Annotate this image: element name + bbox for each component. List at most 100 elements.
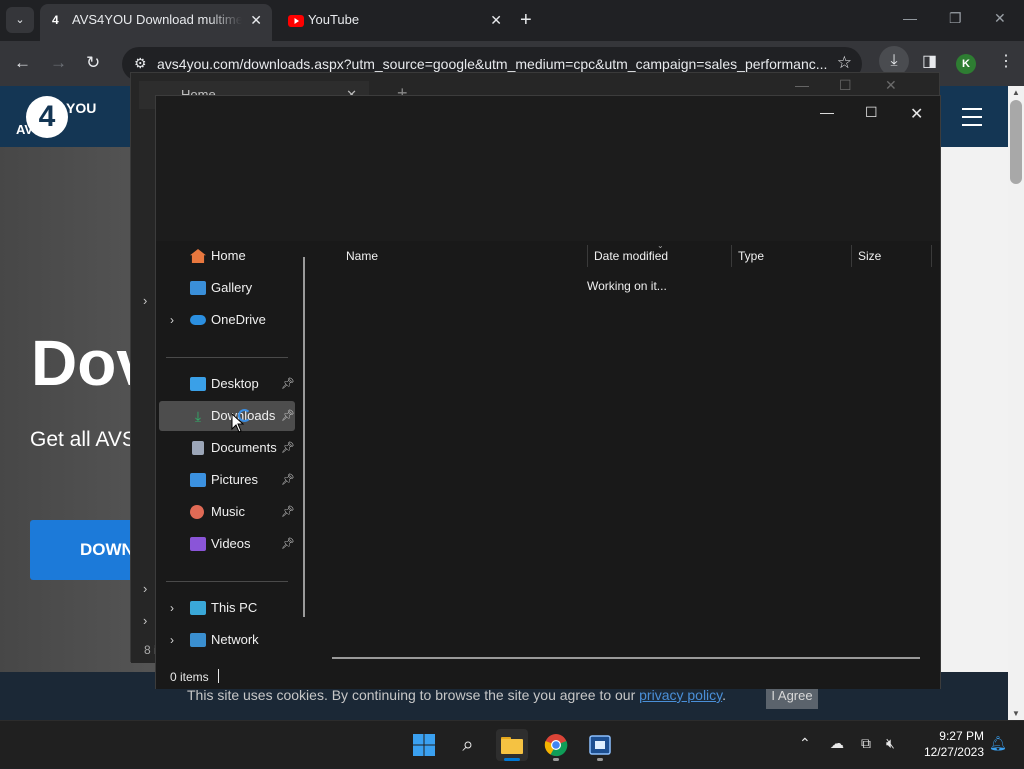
sidebar-item-label: Pictures [211,472,258,487]
chrome-taskbar-button[interactable] [540,729,572,761]
column-separator[interactable] [587,245,588,267]
start-button[interactable] [408,729,440,761]
sidebar-item-this-pc[interactable]: › This PC [159,593,295,623]
this-pc-icon [190,601,206,615]
sidebar-item-music[interactable]: Music 📌︎ [159,497,295,527]
column-header-type[interactable]: Type [738,241,764,271]
sidebar-item-gallery[interactable]: Gallery [159,273,295,303]
film-icon [589,735,611,755]
sidebar-item-network[interactable]: › Network [159,625,295,655]
nav-scrollbar[interactable] [303,257,305,617]
back-icon[interactable]: ← [14,53,31,73]
sidebar-item-desktop[interactable]: Desktop 📌︎ [159,369,295,399]
address-url[interactable]: avs4you.com/downloads.aspx?utm_source=go… [157,56,827,72]
sidebar-item-label: OneDrive [211,312,266,327]
restore-icon[interactable]: ❐ [949,10,962,27]
column-separator[interactable] [931,245,932,267]
column-header-name[interactable]: Name [346,241,378,271]
horizontal-scrollbar[interactable] [332,657,920,659]
new-tab-icon[interactable]: + [520,9,532,31]
pin-icon[interactable]: 📌︎ [281,433,295,463]
sidebar-item-label: Home [211,248,246,263]
chevron-right-icon[interactable]: › [170,593,174,623]
pin-icon[interactable]: 📌︎ [281,529,295,559]
tab-label: AVS4YOU Download multimedia [72,12,242,27]
network-icon[interactable]: ⧉ [861,735,871,752]
site-info-icon[interactable]: ⚙ [134,55,147,72]
explorer-title-bar: — ☐ ✕ [156,96,940,241]
sidebar-item-label: Desktop [211,376,259,391]
browser-tab-strip: ⌄ 4 AVS4YOU Download multimedia ✕ YouTub… [0,0,1024,41]
tab-search-icon[interactable]: ⌄ [6,7,34,33]
chevron-right-icon[interactable]: › [170,625,174,655]
windows-icon [413,734,435,756]
minimize-icon[interactable]: — [820,104,834,120]
sidebar-item-videos[interactable]: Videos 📌︎ [159,529,295,559]
pin-icon[interactable]: 📌︎ [281,369,295,399]
scroll-down-icon[interactable]: ▼ [1012,709,1020,718]
sidebar-item-pictures[interactable]: Pictures 📌︎ [159,465,295,495]
scrollbar-thumb[interactable] [1010,100,1022,184]
chrome-icon [544,734,568,757]
scroll-up-icon[interactable]: ▲ [1012,88,1020,97]
status-divider [218,669,219,683]
side-panel-icon[interactable]: ◨ [922,51,937,71]
chevron-right-icon[interactable]: › [143,293,147,308]
sidebar-item-label: Videos [211,536,251,551]
close-window-icon[interactable]: ✕ [885,77,897,94]
column-separator[interactable] [731,245,732,267]
video-app-taskbar-button[interactable] [584,729,616,761]
chevron-right-icon[interactable]: › [170,305,174,335]
pin-icon[interactable]: 📌︎ [281,465,295,495]
clock-time: 9:27 PM [939,729,984,743]
column-header-date-modified[interactable]: Date modified [594,241,668,271]
sidebar-item-downloads[interactable]: ⤓ Downloads 📌︎ [159,401,295,431]
forward-icon[interactable]: → [50,53,67,73]
sidebar-item-onedrive[interactable]: › OneDrive [159,305,295,335]
tab-youtube[interactable]: YouTube ✕ [276,4,512,41]
bookmark-star-icon[interactable]: ☆ [837,53,852,73]
minimize-icon[interactable]: — [903,10,917,26]
volume-muted-icon[interactable]: 🔇︎ [886,735,895,752]
chevron-up-icon[interactable]: ⌃ [799,735,811,752]
close-window-icon[interactable]: ✕ [910,104,923,124]
chevron-right-icon[interactable]: › [143,581,147,596]
menu-icon[interactable]: ⋮ [998,51,1014,71]
column-separator[interactable] [851,245,852,267]
avatar[interactable]: K [956,54,976,74]
restore-icon[interactable]: ☐ [839,77,852,94]
minimize-icon[interactable]: — [795,77,809,93]
pin-icon[interactable]: 📌︎ [281,401,295,431]
tab-avs4you[interactable]: 4 AVS4YOU Download multimedia ✕ [40,4,272,41]
column-header-size[interactable]: Size [858,241,881,271]
sidebar-item-documents[interactable]: Documents 📌︎ [159,433,295,463]
page-scrollbar[interactable]: ▲ ▼ [1008,86,1024,720]
file-list: Name ⌄ Date modified Type Size Working o… [315,241,940,663]
system-clock[interactable]: 9:27 PM 12/27/2023 [908,728,984,760]
sidebar-item-label: This PC [211,600,258,615]
pictures-icon [190,473,206,487]
avs4you-logo[interactable]: 4 AVS YOU [16,94,96,142]
item-count: 0 items [170,670,209,684]
navigation-pane: Home Gallery › OneDrive Desktop 📌︎ ⤓ Dow… [156,241,314,663]
sidebar-item-home[interactable]: Home [159,241,295,271]
chevron-right-icon[interactable]: › [143,613,147,628]
file-explorer-taskbar-button[interactable] [496,729,528,761]
folder-icon [501,737,523,754]
close-tab-icon[interactable]: ✕ [490,4,502,36]
close-window-icon[interactable]: ✕ [994,10,1006,27]
hero-side-panel [940,147,1008,672]
search-icon[interactable]: ⌕ [452,729,484,761]
pin-icon[interactable]: 📌︎ [281,497,295,527]
onedrive-offline-icon[interactable]: ☁ [830,735,844,752]
maximize-icon[interactable]: ☐ [865,104,878,121]
close-tab-icon[interactable]: ✕ [250,4,262,36]
hamburger-menu-icon[interactable] [962,108,982,132]
ghost-nav-strip: › › › [131,133,157,663]
sidebar-item-label: Gallery [211,280,253,295]
notification-bell-icon[interactable]: 🔔︎ [989,735,1007,752]
privacy-policy-link[interactable]: privacy policy [639,687,722,703]
active-indicator [504,758,520,761]
gallery-icon [190,281,206,295]
reload-icon[interactable]: ↻ [86,53,100,73]
